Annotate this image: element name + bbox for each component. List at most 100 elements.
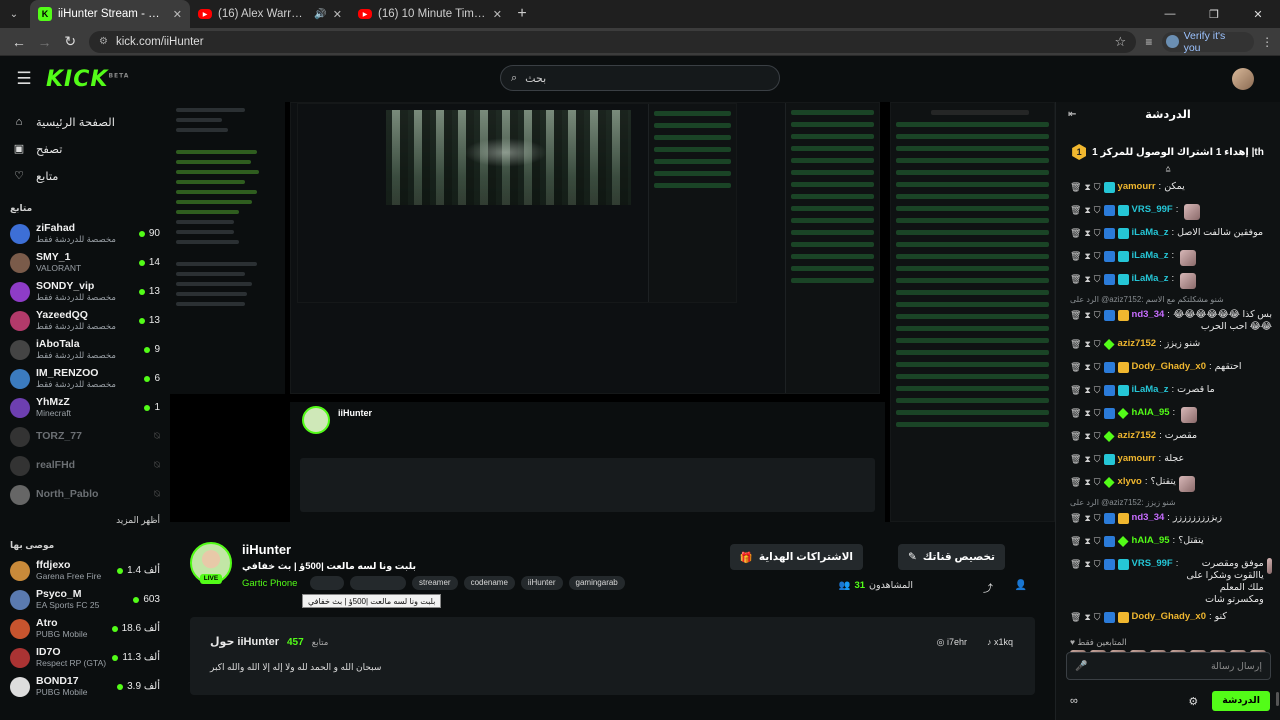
channel-item[interactable]: SONDY_vip مخصصة للدردشة فقط 13	[10, 277, 160, 306]
search-input[interactable]: ⌕ بحث	[500, 65, 780, 91]
chat-username[interactable]: aziz7152	[1118, 338, 1157, 350]
close-tab-icon[interactable]: ✕	[333, 8, 342, 21]
timeout-icon[interactable]: ⧗	[1084, 476, 1090, 488]
sidebar-item-home[interactable]: ⌂ الصفحة الرئيسية	[10, 108, 160, 135]
tag[interactable]: gamingarab	[568, 576, 625, 590]
chat-message[interactable]: 🗑 ⧗ ⛉ xlyvo: يتقتل؟	[1070, 471, 1272, 494]
gift-subs-button[interactable]: 🎁 الاشتراكات الهداية	[729, 544, 863, 570]
chat-message[interactable]: 🗑 ⧗ ⛉ iLaMa_z: موفقين شالفت الاصل	[1070, 222, 1272, 245]
speaker-icon[interactable]: 🔊	[314, 9, 326, 20]
chat-message[interactable]: 🗑 ⧗ ⛉ yamourr: يمكن	[1070, 176, 1272, 199]
chat-username[interactable]: nd3_34	[1132, 309, 1165, 321]
timeout-icon[interactable]: ⧗	[1084, 181, 1090, 193]
shield-icon[interactable]: ⛉	[1094, 361, 1101, 373]
trash-icon[interactable]: 🗑	[1070, 611, 1081, 623]
address-bar[interactable]: ⚙ kick.com/iiHunter ☆	[89, 30, 1137, 53]
chat-message[interactable]: 🗑 ⧗ ⛉ nd3_34: بس كذا 😂😂😂😂😂😂😂😂 احب الحرب	[1070, 304, 1272, 333]
timeout-icon[interactable]: ⧗	[1084, 430, 1090, 442]
shield-icon[interactable]: ⛉	[1094, 309, 1101, 321]
tab-youtube-alex[interactable]: ▶ (16) Alex Warren - Ordinary 🔊 ✕	[190, 0, 350, 28]
shield-icon[interactable]: ⛉	[1094, 611, 1101, 623]
channel-item[interactable]: Psyco_M EA Sports FC 25 603	[10, 585, 160, 614]
profile-verify-button[interactable]: Verify it's you	[1161, 30, 1255, 54]
channel-item[interactable]: iAboTala مخصصة للدردشة فقط 9	[10, 335, 160, 364]
shield-icon[interactable]: ⛉	[1094, 181, 1101, 193]
media-queue-icon[interactable]: ≡	[1136, 35, 1162, 49]
chat-message[interactable]: 🗑 ⧗ ⛉ aziz7152: مقصرت	[1070, 425, 1272, 448]
shield-icon[interactable]: ⛉	[1094, 227, 1101, 239]
channel-item[interactable]: ID7O Respect RP (GTA) 11.3 ألف	[10, 643, 160, 672]
tag[interactable]: codename	[463, 576, 515, 590]
chat-username[interactable]: aziz7152	[1118, 430, 1157, 442]
tag[interactable]: streamer	[412, 576, 458, 590]
close-window-icon[interactable]: ✕	[1236, 8, 1280, 21]
shield-icon[interactable]: ⛉	[1094, 204, 1101, 216]
timeout-icon[interactable]: ⧗	[1084, 558, 1090, 570]
user-avatar[interactable]	[1232, 68, 1254, 90]
trash-icon[interactable]: 🗑	[1070, 273, 1081, 285]
emote-picker-icon[interactable]: 🎤	[1075, 661, 1087, 672]
chat-username[interactable]: Dody_Ghady_x0	[1132, 361, 1206, 373]
tag[interactable]: iiHunter	[520, 576, 563, 590]
channel-item[interactable]: ffdjexo Garena Free Fire 1.4 ألف	[10, 556, 160, 585]
chat-username[interactable]: nd3_34	[1132, 512, 1165, 524]
tag[interactable]	[350, 576, 406, 590]
channel-item[interactable]: YhMzZ Minecraft 1	[10, 393, 160, 422]
sidebar-item-browse[interactable]: ▣ تصفح	[10, 135, 160, 162]
shield-icon[interactable]: ⛉	[1094, 476, 1101, 488]
collapse-chat-icon[interactable]: ⇤	[1068, 109, 1076, 120]
chat-message[interactable]: 🗑 ⧗ ⛉ nd3_34: زيززززززززز	[1070, 507, 1272, 530]
user-plus-icon[interactable]: 👤	[1015, 580, 1027, 591]
shield-icon[interactable]: ⛉	[1094, 535, 1101, 547]
share-icon[interactable]: ⤴	[983, 580, 993, 595]
channel-item[interactable]: BOND17 PUBG Mobile 3.9 ألف	[10, 672, 160, 701]
streamer-name[interactable]: iiHunter	[242, 542, 291, 557]
shield-icon[interactable]: ⛉	[1094, 384, 1101, 396]
chat-input[interactable]: إرسال رسالة 🎤	[1066, 652, 1271, 680]
timeout-icon[interactable]: ⧗	[1084, 361, 1090, 373]
chat-username[interactable]: iLaMa_z	[1132, 384, 1169, 396]
timeout-icon[interactable]: ⧗	[1084, 535, 1090, 547]
timeout-icon[interactable]: ⧗	[1084, 407, 1090, 419]
timeout-icon[interactable]: ⧗	[1084, 309, 1090, 321]
shield-icon[interactable]: ⛉	[1094, 430, 1101, 442]
forward-icon[interactable]: →	[32, 34, 58, 50]
video-player[interactable]: iiHunter	[170, 102, 1055, 522]
trash-icon[interactable]: 🗑	[1070, 430, 1081, 442]
show-more-link[interactable]: أظهر المزيد	[10, 515, 160, 526]
hamburger-menu-icon[interactable]: ☰	[6, 69, 42, 89]
trash-icon[interactable]: 🗑	[1070, 250, 1081, 262]
trash-icon[interactable]: 🗑	[1070, 453, 1081, 465]
new-tab-button[interactable]: +	[510, 5, 534, 23]
close-tab-icon[interactable]: ✕	[173, 8, 182, 21]
trash-icon[interactable]: 🗑	[1070, 476, 1081, 488]
chat-message[interactable]: 🗑 ⧗ ⛉ iLaMa_z:	[1070, 245, 1272, 268]
shield-icon[interactable]: ⛉	[1094, 453, 1101, 465]
chat-username[interactable]: VRS_99F	[1132, 558, 1173, 570]
chat-message[interactable]: 🗑 ⧗ ⛉ hAIA_95: يتقتل؟	[1070, 530, 1272, 553]
timeout-icon[interactable]: ⧗	[1084, 384, 1090, 396]
chat-message[interactable]: 🗑 ⧗ ⛉ iLaMa_z: ما قصرت	[1070, 379, 1272, 402]
chat-username[interactable]: hAIA_95	[1132, 407, 1170, 419]
chat-message[interactable]: 🗑 ⧗ ⛉ hAIA_95:	[1070, 402, 1272, 425]
channel-item[interactable]: Atro PUBG Mobile 18.6 ألف	[10, 614, 160, 643]
infinity-icon[interactable]: ∞	[1070, 695, 1078, 707]
site-info-icon[interactable]: ⚙	[99, 36, 108, 47]
shield-icon[interactable]: ⛉	[1094, 338, 1101, 350]
bookmark-star-icon[interactable]: ☆	[1114, 34, 1126, 50]
reload-icon[interactable]: ↻	[57, 33, 83, 50]
chat-username[interactable]: hAIA_95	[1132, 535, 1170, 547]
channel-item[interactable]: realFHd ⍉	[10, 451, 160, 480]
instagram-icon[interactable]: ◎ i7ehr	[937, 637, 967, 648]
expand-pin-icon[interactable]: ⩠	[1056, 164, 1280, 174]
tab-search-icon[interactable]: ⌄	[4, 4, 24, 24]
trash-icon[interactable]: 🗑	[1070, 558, 1081, 570]
trash-icon[interactable]: 🗑	[1070, 512, 1081, 524]
browser-menu-icon[interactable]: ⋮	[1254, 35, 1280, 49]
timeout-icon[interactable]: ⧗	[1084, 611, 1090, 623]
back-icon[interactable]: ←	[6, 34, 32, 50]
chat-scrollbar[interactable]	[1276, 692, 1279, 706]
trash-icon[interactable]: 🗑	[1070, 227, 1081, 239]
channel-item[interactable]: ziFahad مخصصة للدردشة فقط 90	[10, 219, 160, 248]
chat-username[interactable]: yamourr	[1118, 181, 1156, 193]
